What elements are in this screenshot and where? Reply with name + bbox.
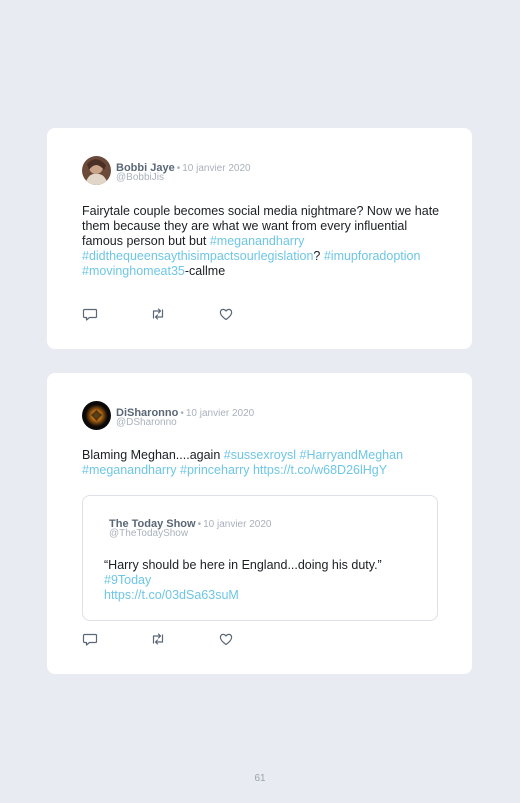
post-date[interactable]: 10 janvier 2020 bbox=[186, 408, 254, 419]
tweet-text: Fairytale couple becomes social media ni… bbox=[82, 204, 442, 279]
avatar[interactable] bbox=[82, 401, 111, 430]
author-handle[interactable]: @DSharonno bbox=[116, 417, 177, 428]
text-segment: ? bbox=[313, 249, 321, 263]
link[interactable]: https://t.co/w68D26lHgY bbox=[253, 463, 387, 477]
separator-dot: • bbox=[197, 519, 202, 530]
separator-dot: • bbox=[176, 163, 181, 174]
retweet-icon[interactable] bbox=[150, 631, 166, 647]
tweet-card-1: Bobbi Jaye • 10 janvier 2020 @BobbiJis Fai… bbox=[47, 128, 472, 349]
like-icon[interactable] bbox=[218, 631, 234, 647]
like-icon[interactable] bbox=[218, 306, 234, 322]
reply-icon[interactable] bbox=[82, 631, 98, 647]
text-segment: -callme bbox=[184, 264, 226, 278]
tweet-card-2: DiSharonno • 10 janvier 2020 @DSharonno Bl… bbox=[47, 373, 472, 674]
hashtag[interactable]: #HarryandMeghan bbox=[300, 448, 404, 462]
separator-dot: • bbox=[180, 408, 184, 419]
quote-text: “Harry should be here in England...doing… bbox=[104, 558, 424, 603]
hashtag[interactable]: #meganandharry bbox=[210, 234, 305, 248]
quote-body: “Harry should be here in England...doing… bbox=[104, 558, 382, 572]
hashtag[interactable]: #movinghomeat35 bbox=[82, 264, 185, 278]
quoted-tweet[interactable]: The Today Show • 10 janvier 2020 @TheToday… bbox=[82, 495, 438, 621]
reply-icon[interactable] bbox=[82, 306, 98, 322]
tweet-text: Blaming Meghan....again #sussexroysl #Ha… bbox=[82, 448, 442, 478]
hashtag[interactable]: #9Today bbox=[104, 573, 424, 588]
quote-author-handle[interactable]: @TheTodayShow bbox=[109, 528, 188, 539]
quote-date[interactable]: 10 janvier 2020 bbox=[203, 519, 271, 530]
page-number: 61 bbox=[254, 773, 266, 784]
hashtag[interactable]: #princeharry bbox=[180, 463, 249, 477]
hashtag[interactable]: #imupforadoption bbox=[324, 249, 421, 263]
hashtag[interactable]: #sussexroysl bbox=[224, 448, 296, 462]
text-segment: Blaming Meghan....again bbox=[82, 448, 224, 462]
author-handle[interactable]: @BobbiJis bbox=[116, 172, 164, 183]
retweet-icon[interactable] bbox=[150, 306, 166, 322]
hashtag[interactable]: #meganandharry bbox=[82, 463, 177, 477]
avatar[interactable] bbox=[82, 156, 111, 185]
hashtag[interactable]: #didthequeensaythisimpactsourlegislation bbox=[82, 249, 313, 263]
link[interactable]: https://t.co/03dSa63suM bbox=[104, 588, 424, 603]
post-date[interactable]: 10 janvier 2020 bbox=[182, 163, 250, 174]
